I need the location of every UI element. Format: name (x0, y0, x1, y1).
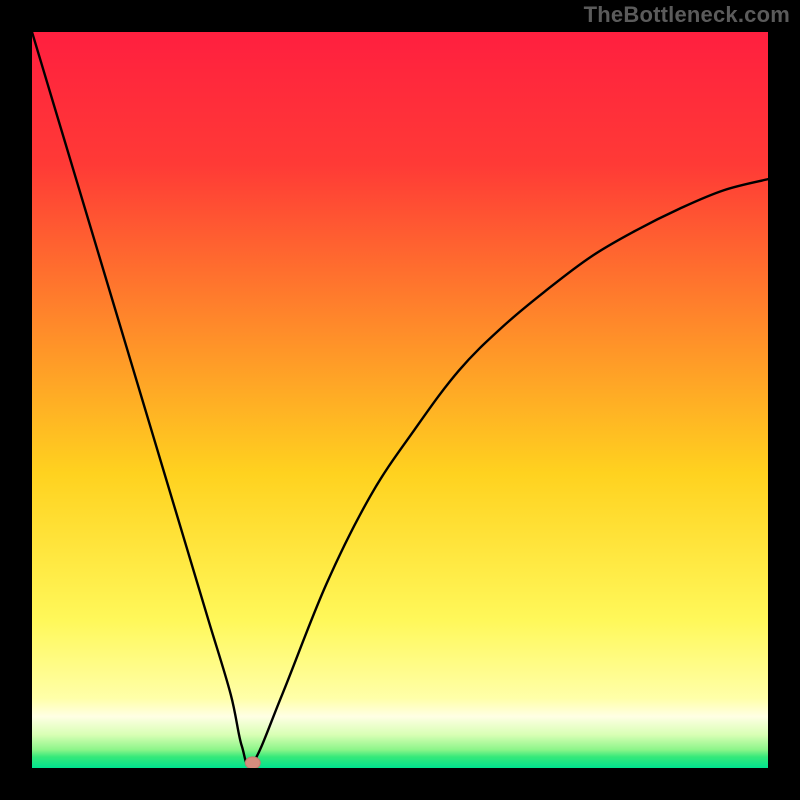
plot-area (32, 32, 768, 768)
plot-svg (32, 32, 768, 768)
minimum-marker (245, 757, 260, 768)
attribution-label: TheBottleneck.com (584, 2, 790, 28)
chart-frame: TheBottleneck.com (0, 0, 800, 800)
